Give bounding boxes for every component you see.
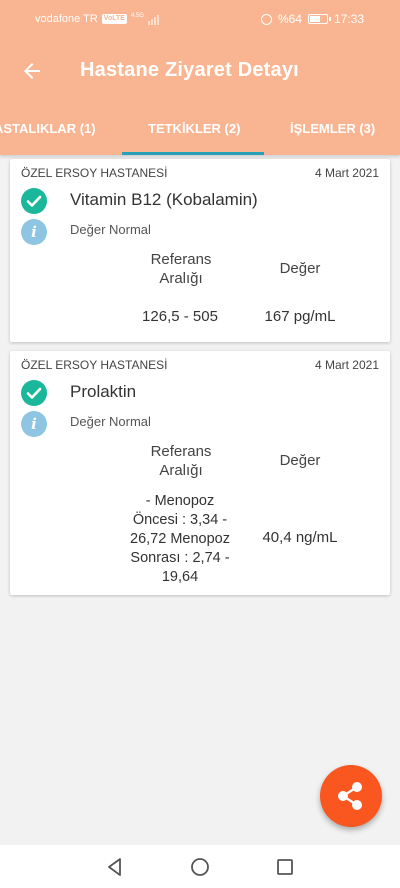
result-value: 40,4 ng/mL: [262, 529, 338, 546]
circle-home-icon[interactable]: [188, 855, 212, 879]
share-button[interactable]: [320, 765, 382, 827]
tab-islemler[interactable]: İŞLEMLER (3): [290, 121, 375, 136]
network-type: 4.5G: [130, 13, 144, 19]
battery-icon: [307, 14, 331, 24]
result-status: Değer Normal: [70, 222, 151, 237]
system-nav-bar: [0, 845, 400, 888]
info-icon: i: [21, 411, 47, 437]
tab-tetkikler[interactable]: TETKİKLER (2): [148, 121, 240, 136]
back-arrow-icon[interactable]: [20, 59, 44, 83]
value-header: Değer: [279, 260, 321, 277]
signal-icon: [147, 14, 159, 25]
test-name: Vitamin B12 (Kobalamin): [70, 190, 258, 209]
carrier-label: vodafone TR: [35, 13, 98, 25]
status-left: vodafone TR VoLTE 4.5G: [35, 13, 159, 25]
status-right: %64 17:33: [260, 12, 364, 26]
app-bar: Hastane Ziyaret Detayı: [0, 40, 400, 102]
volte-badge: VoLTE: [101, 14, 127, 24]
square-recents-icon[interactable]: [273, 855, 297, 879]
result-status: Değer Normal: [70, 414, 151, 429]
tab-indicator: [122, 152, 264, 155]
reference-range-value: 126,5 - 505: [142, 308, 218, 325]
result-date: 4 Mart 2021: [314, 166, 379, 180]
battery-percent: %64: [277, 12, 302, 26]
hospital-name: ÖZEL ERSOY HASTANESİ: [21, 166, 168, 180]
clock: 17:33: [333, 12, 364, 26]
result-card[interactable]: ÖZEL ERSOY HASTANESİ 4 Mart 2021 i Vitam…: [10, 159, 390, 342]
result-date: 4 Mart 2021: [314, 358, 379, 372]
check-icon: [21, 380, 47, 406]
result-value: 167 pg/mL: [264, 308, 336, 325]
reference-range-header: Referans Aralığı: [150, 443, 212, 479]
test-name: Prolaktin: [70, 382, 137, 401]
check-icon: [21, 188, 47, 214]
value-header: Değer: [279, 452, 321, 469]
reference-range-value: - Menopoz Öncesi : 3,34 - 26,72 Menopoz …: [130, 493, 230, 585]
share-icon: [338, 782, 362, 810]
info-icon: i: [21, 219, 47, 245]
result-card[interactable]: ÖZEL ERSOY HASTANESİ 4 Mart 2021 i Prola…: [10, 351, 390, 595]
status-bar: vodafone TR VoLTE 4.5G %64 17:33: [0, 0, 400, 40]
alarm-icon: [260, 13, 272, 25]
tab-bar: ASTALIKLAR (1) TETKİKLER (2) İŞLEMLER (3…: [0, 102, 400, 155]
tab-hastaliklar[interactable]: ASTALIKLAR (1): [0, 121, 96, 136]
triangle-back-icon[interactable]: [103, 855, 127, 879]
reference-range-header: Referans Aralığı: [150, 251, 212, 287]
hospital-name: ÖZEL ERSOY HASTANESİ: [21, 358, 168, 372]
page-title: Hastane Ziyaret Detayı: [80, 59, 299, 81]
